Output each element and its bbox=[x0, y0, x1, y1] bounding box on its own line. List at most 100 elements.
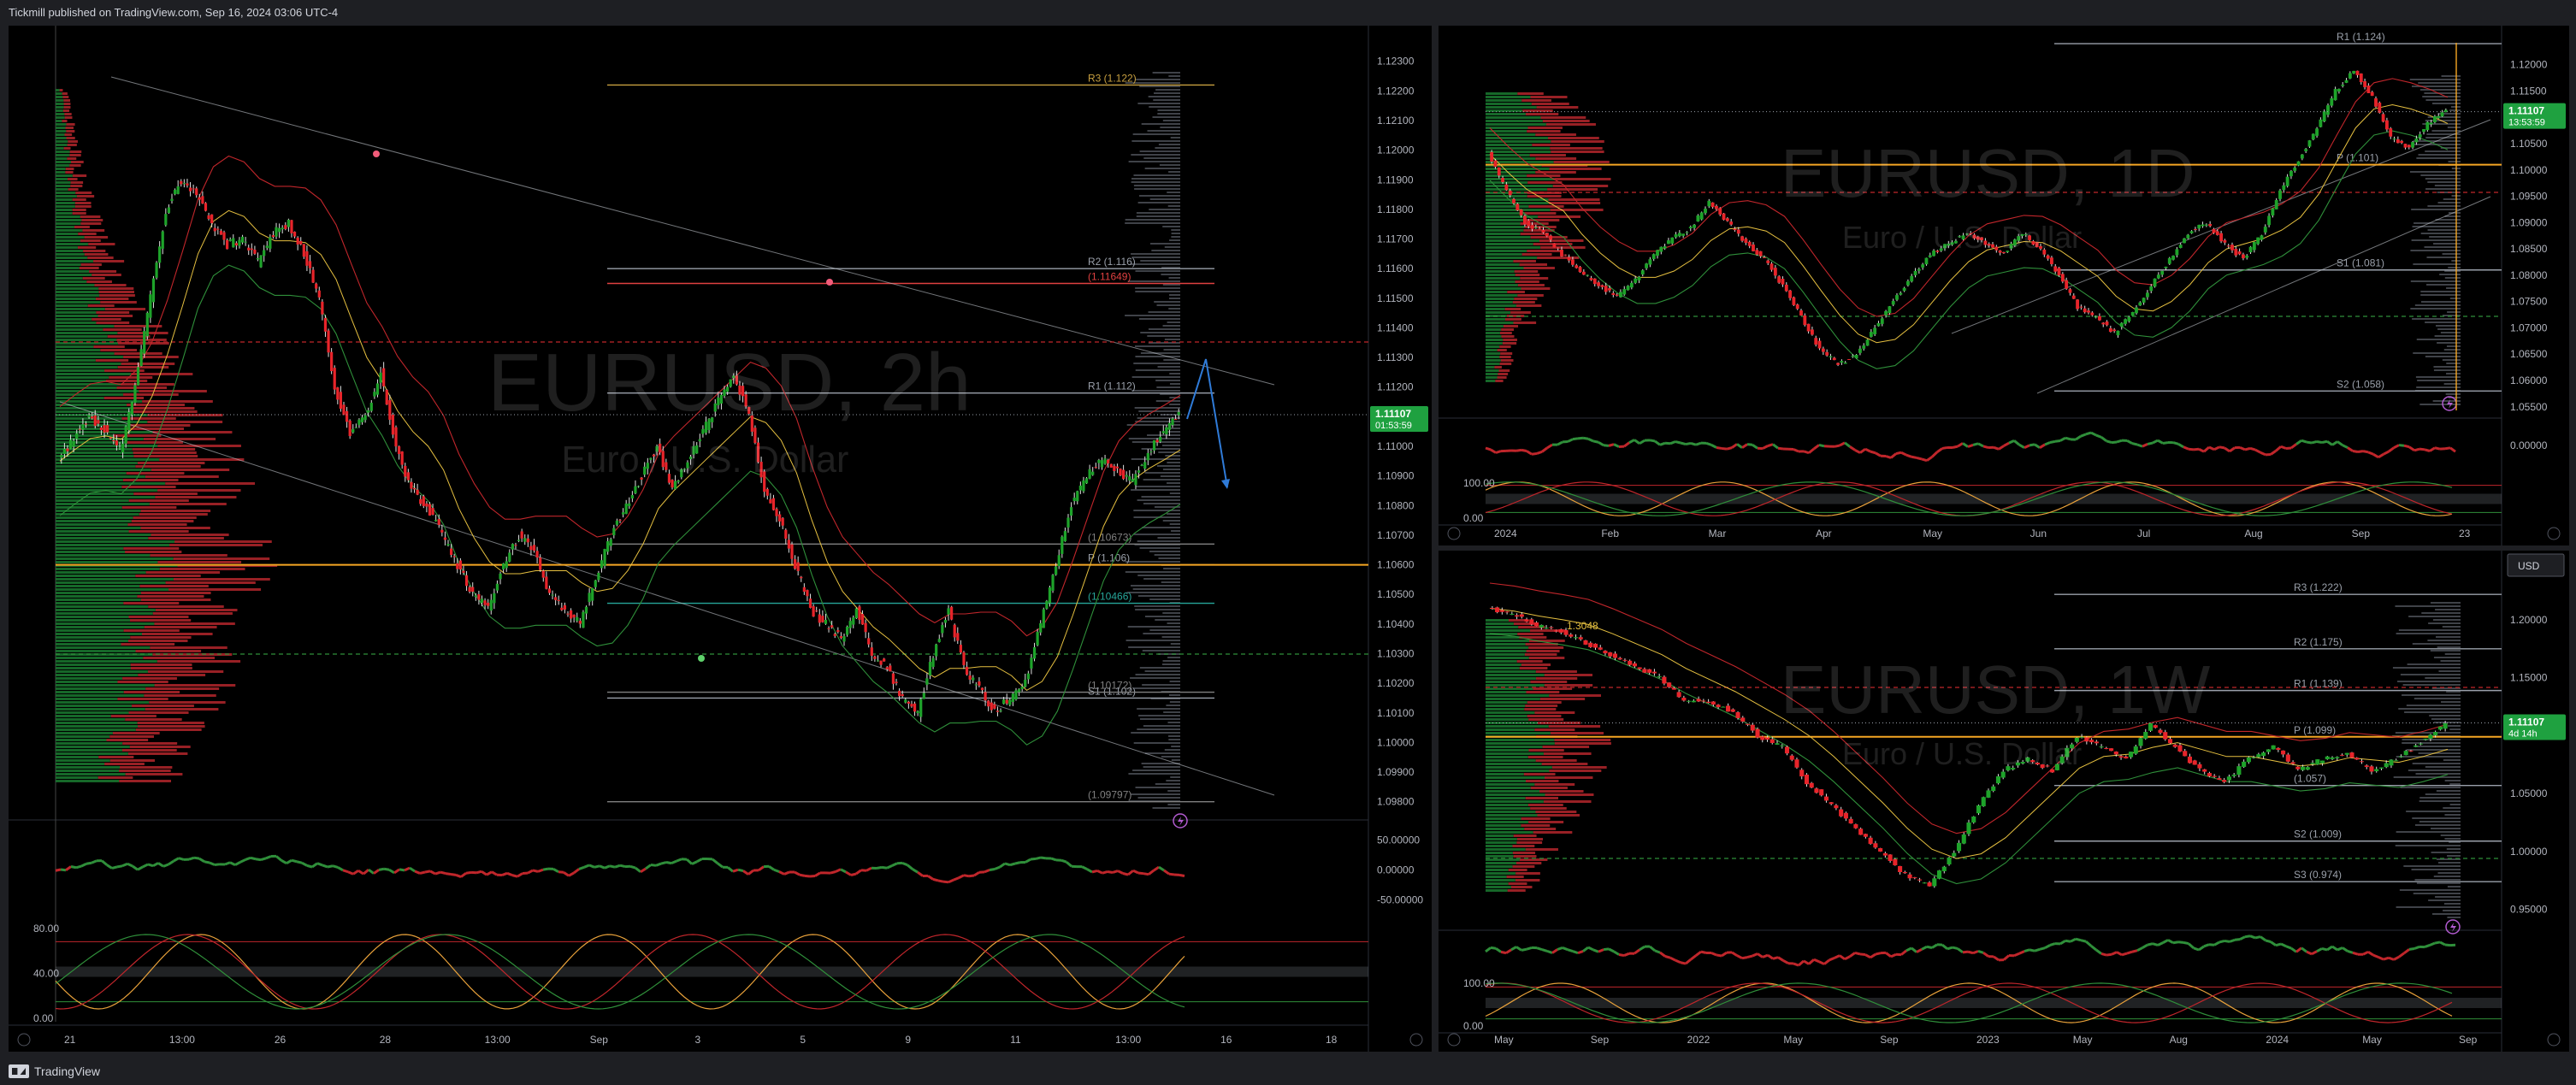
candle-body bbox=[1869, 332, 1873, 337]
vp-bar-green bbox=[1486, 99, 1522, 102]
price-tick: 1.10200 bbox=[1377, 677, 1415, 689]
candle-body bbox=[2189, 231, 2194, 233]
chart-pane-2h[interactable]: R3 (1.122) R2 (1.116) (1.11649) R1 (1.112)(… bbox=[9, 26, 1432, 1052]
oscillator-segment bbox=[1941, 445, 1948, 450]
vp-bar-red bbox=[1544, 776, 1593, 779]
oscillator-segment bbox=[388, 868, 395, 875]
vp-right-bar bbox=[1169, 492, 1180, 494]
candle-body bbox=[2290, 762, 2295, 764]
candle-body bbox=[250, 248, 253, 251]
candle-body bbox=[1928, 255, 1932, 257]
candle-body bbox=[701, 428, 705, 434]
candle-body bbox=[2359, 73, 2363, 83]
vp-right-bar bbox=[2410, 280, 2461, 282]
candle-body bbox=[1588, 642, 1593, 647]
candle-body bbox=[315, 283, 318, 289]
oscillator-segment bbox=[147, 863, 154, 868]
oscillator-segment bbox=[1598, 948, 1604, 953]
oscillator-segment bbox=[1931, 943, 1938, 949]
candle-body bbox=[2219, 233, 2223, 242]
candle-body bbox=[1113, 465, 1116, 471]
vp-bar-green bbox=[1486, 123, 1546, 126]
candle-body bbox=[889, 665, 892, 672]
oscillator-segment bbox=[1081, 865, 1088, 870]
vp-right-bar bbox=[1169, 239, 1180, 241]
vp-bar-red bbox=[122, 479, 179, 481]
time-tick: Mar bbox=[1709, 528, 1727, 540]
vp-bar-green bbox=[56, 393, 124, 396]
candle-body bbox=[1137, 470, 1141, 473]
candle-body bbox=[474, 595, 477, 598]
candle-body bbox=[1821, 348, 1825, 352]
vp-bar-green bbox=[1486, 174, 1527, 177]
vp-bar-green bbox=[1486, 192, 1527, 194]
candle-body bbox=[188, 187, 192, 192]
footer-brand[interactable]: TradingView bbox=[9, 1064, 100, 1078]
oscillator-segment bbox=[573, 868, 580, 875]
candle-body bbox=[2428, 734, 2433, 739]
candle-body bbox=[458, 560, 462, 570]
candle-body bbox=[502, 563, 505, 569]
vp-right-bar bbox=[1133, 516, 1180, 518]
vp-bar-green bbox=[56, 147, 64, 150]
candle-body bbox=[1868, 837, 1873, 844]
oscillator-segment bbox=[2398, 952, 2405, 958]
vp-bar-red bbox=[1548, 202, 1601, 204]
vp-bar-green bbox=[56, 479, 123, 481]
vp-right-bar bbox=[2420, 174, 2461, 176]
oscillator-segment bbox=[1854, 951, 1861, 956]
vp-right-bar bbox=[2447, 725, 2461, 727]
vp-bar-green bbox=[56, 667, 131, 669]
vp-bar-green bbox=[56, 551, 126, 553]
candle-body bbox=[2315, 128, 2319, 136]
vp-bar-green bbox=[1486, 304, 1516, 307]
vp-right-bar bbox=[1138, 410, 1180, 412]
vp-bar-green bbox=[1486, 147, 1551, 150]
candle-body bbox=[1799, 310, 1803, 316]
vp-right-bar bbox=[1130, 263, 1180, 265]
vp-right-bar bbox=[2411, 209, 2461, 210]
vp-bar-green bbox=[1486, 828, 1525, 830]
vp-right-bar bbox=[2393, 776, 2461, 778]
vp-bar-green bbox=[56, 363, 121, 365]
candle-body bbox=[1174, 418, 1178, 420]
candle-body bbox=[449, 548, 453, 555]
candle-body bbox=[232, 238, 235, 248]
candle-body bbox=[1615, 294, 1619, 296]
chart-pane-1d[interactable]: R1 (1.124) P (1.101) S1 (1.081) S2 (1.058) E… bbox=[1439, 26, 2569, 545]
vp-bar-green bbox=[56, 486, 122, 488]
vp-right-bar bbox=[2438, 670, 2461, 672]
oscillator-segment bbox=[2177, 443, 2184, 449]
oscillator-segment bbox=[1137, 871, 1144, 876]
candle-body bbox=[1161, 431, 1165, 433]
vp-right-bar bbox=[2414, 222, 2461, 224]
vp-right-bar bbox=[1144, 472, 1180, 474]
candle-body bbox=[2231, 775, 2236, 776]
oscillator-segment bbox=[1608, 443, 1615, 447]
vp-right-bar bbox=[1152, 116, 1180, 118]
candle-body bbox=[523, 538, 527, 542]
vp-bar-red bbox=[1498, 369, 1510, 372]
vp-right-bar bbox=[1137, 708, 1180, 710]
oscillator-segment bbox=[2337, 946, 2343, 952]
vp-bar-green bbox=[1486, 787, 1531, 789]
vp-bar-red bbox=[1536, 106, 1579, 109]
candle-body bbox=[962, 652, 966, 665]
time-tick: Sep bbox=[2459, 1034, 2478, 1046]
candle-body bbox=[781, 517, 784, 526]
vp-bar-red bbox=[67, 157, 77, 160]
vp-right-bar bbox=[2410, 308, 2461, 310]
oscillator-segment bbox=[1870, 952, 1876, 959]
vp-right-bar bbox=[1149, 243, 1180, 245]
candle-body bbox=[1589, 278, 1593, 280]
chart-pane-1w[interactable]: R3 (1.222) R2 (1.175) R1 (1.139) P (1.099)(… bbox=[1439, 551, 2569, 1052]
oscillator-segment bbox=[1808, 958, 1815, 965]
candle-body bbox=[1981, 797, 1986, 807]
vp-bar-red bbox=[113, 434, 162, 437]
vp-bar-red bbox=[84, 236, 109, 239]
vp-bar-green bbox=[1486, 274, 1515, 276]
oscillator-segment bbox=[973, 870, 980, 877]
vp-bar-red bbox=[151, 534, 229, 536]
candle-body bbox=[2130, 311, 2135, 316]
vp-right-bar bbox=[1136, 486, 1180, 487]
